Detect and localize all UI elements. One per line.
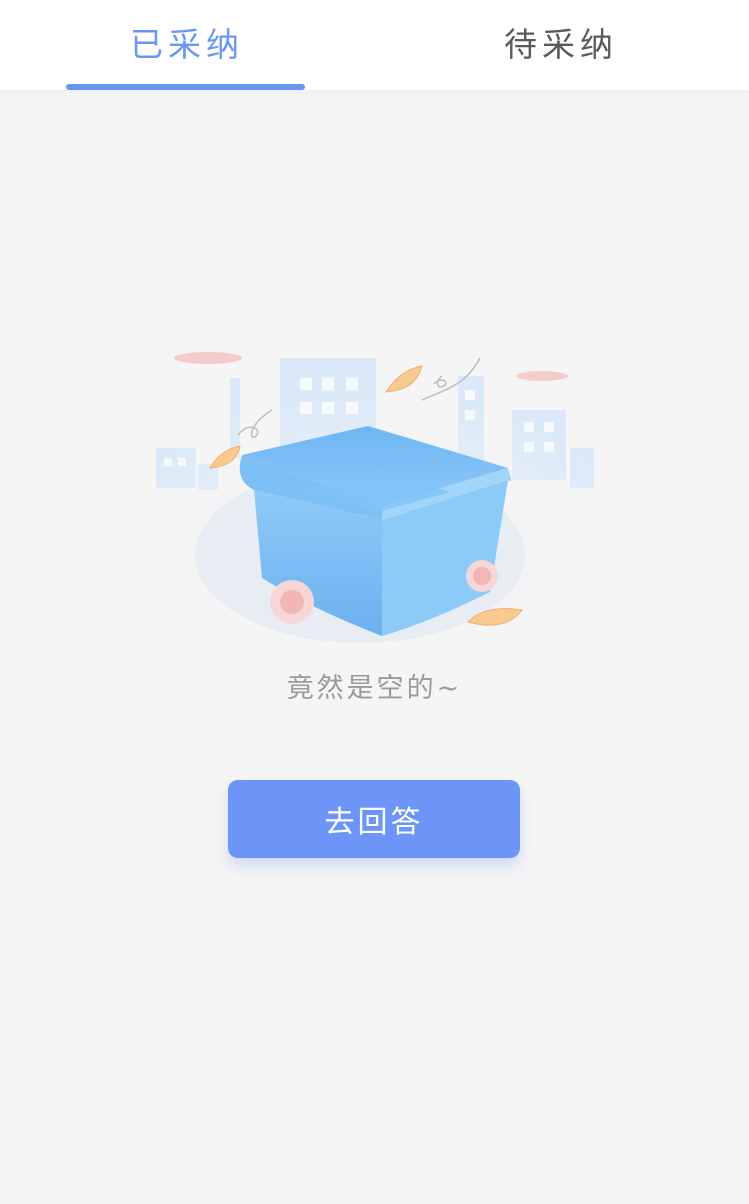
empty-state-message: 竟然是空的~ [286,673,463,704]
go-answer-button[interactable]: 去回答 [228,780,520,858]
active-tab-indicator [66,84,305,90]
tab-pending-label: 待采纳 [504,25,618,64]
tab-bar: 已采纳 待采纳 [0,0,749,90]
tab-adopted[interactable]: 已采纳 [0,0,374,90]
go-answer-button-label: 去回答 [324,805,424,840]
tab-adopted-label: 已采纳 [130,25,244,64]
empty-box-icon [150,340,600,660]
tab-pending[interactable]: 待采纳 [374,0,748,90]
